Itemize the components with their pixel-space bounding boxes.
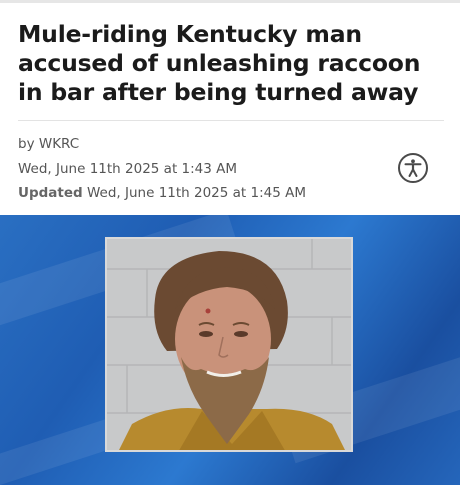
accessibility-button[interactable] (398, 153, 428, 183)
article-headline: Mule-riding Kentucky man accused of unle… (18, 20, 421, 106)
byline: by WKRC (18, 136, 80, 152)
top-rule (0, 0, 460, 3)
updated-label: Updated (18, 185, 83, 201)
updated-date: Updated Wed, June 11th 2025 at 1:45 AM (18, 185, 306, 201)
accessibility-icon (404, 159, 422, 177)
headline-divider (18, 120, 444, 121)
mugshot-photo (105, 237, 353, 452)
article-photo (0, 215, 460, 485)
updated-timestamp: Wed, June 11th 2025 at 1:45 AM (86, 185, 307, 201)
published-date: Wed, June 11th 2025 at 1:43 AM (18, 161, 238, 177)
